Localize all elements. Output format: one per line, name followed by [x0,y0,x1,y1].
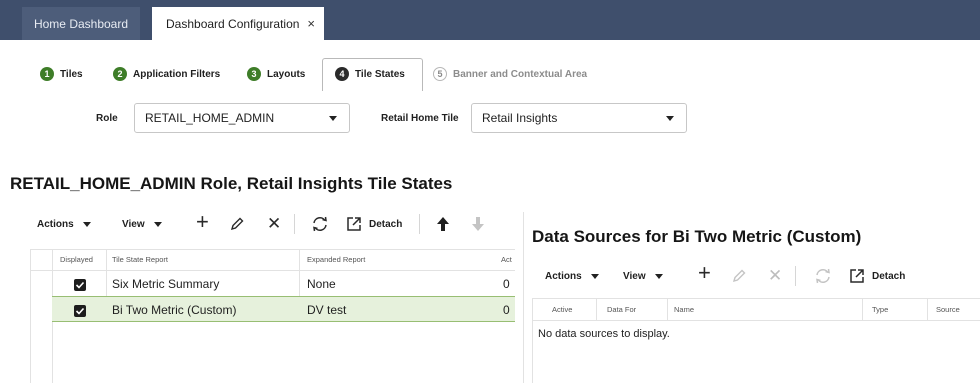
add-icon[interactable]: + [698,262,711,284]
step-layouts[interactable]: 3 Layouts [247,64,305,84]
actions-menu[interactable]: Actions [37,219,91,230]
toolbar-divider [419,214,420,234]
toolbar-divider [294,214,295,234]
displayed-checkbox[interactable] [74,305,86,317]
view-menu[interactable]: View [122,219,162,230]
column-divider [532,298,533,383]
column-header-type[interactable]: Type [872,305,888,314]
header-divider [532,298,980,299]
column-header-displayed[interactable]: Displayed [60,255,93,264]
refresh-icon[interactable] [311,216,329,237]
detach-label: Detach [872,270,906,282]
chevron-down-icon [654,274,663,279]
role-select-value: RETAIL_HOME_ADMIN [145,111,275,125]
step-number-icon: 3 [247,67,261,81]
column-divider [667,298,668,320]
edit-icon[interactable] [731,268,747,289]
delete-icon[interactable]: ✕ [267,215,281,233]
checkmark-icon [75,307,85,315]
column-header-active[interactable]: Active [552,305,572,314]
step-label: Tiles [60,68,83,80]
actions-label: Actions [37,219,74,230]
tab-home-dashboard[interactable]: Home Dashboard [22,7,140,40]
column-header-expanded-report[interactable]: Expanded Report [307,255,365,264]
tab-dashboard-configuration[interactable]: Dashboard Configuration × [152,7,324,40]
tab-home-label: Home Dashboard [33,16,129,31]
detach-icon [347,217,361,231]
step-label: Layouts [267,68,306,80]
role-select[interactable]: RETAIL_HOME_ADMIN [134,103,350,133]
displayed-checkbox[interactable] [74,279,86,291]
step-label: Tile States [355,68,405,80]
tab-config-label: Dashboard Configuration [166,16,300,31]
move-up-icon[interactable] [436,216,450,237]
step-label: Application Filters [133,68,221,80]
page-title: RETAIL_HOME_ADMIN Role, Retail Insights … [10,174,453,193]
retail-home-tile-select[interactable]: Retail Insights [471,103,687,133]
step-banner-contextual-area[interactable]: 5 Banner and Contextual Area [433,64,587,84]
chevron-down-icon [153,222,162,227]
detach-label: Detach [369,218,403,230]
column-header-data-for[interactable]: Data For [607,305,636,314]
column-divider [862,298,863,320]
data-sources-title: Data Sources for Bi Two Metric (Custom) [532,227,862,246]
step-tiles[interactable]: 1 Tiles [40,64,83,84]
add-icon[interactable]: + [196,211,209,233]
expanded-report-cell: None [307,277,336,291]
step-number-icon: 1 [40,67,54,81]
refresh-icon[interactable] [814,268,832,289]
view-label: View [623,271,646,282]
actions-label: Actions [545,271,582,282]
delete-icon[interactable]: ✕ [768,267,782,285]
tile-state-report-cell: Bi Two Metric (Custom) [112,303,237,317]
act-cell: 0 [503,303,510,317]
column-header-source[interactable]: Source [936,305,960,314]
chevron-down-icon [82,222,91,227]
step-application-filters[interactable]: 2 Application Filters [113,64,220,84]
column-header-act[interactable]: Act [501,255,512,264]
chevron-down-icon [329,116,337,121]
step-number-icon: 5 [433,67,447,81]
header-divider [532,320,980,321]
close-icon[interactable]: × [307,16,315,31]
panel-divider [523,212,524,383]
actions-menu[interactable]: Actions [545,271,599,282]
step-number-icon: 4 [335,67,349,81]
step-label: Banner and Contextual Area [453,68,588,80]
column-divider [596,298,597,320]
column-divider [927,298,928,320]
tile-select-value: Retail Insights [482,111,558,125]
column-header-name[interactable]: Name [674,305,694,314]
top-tab-bar [0,0,980,40]
chevron-down-icon [590,274,599,279]
column-header-tile-state-report[interactable]: Tile State Report [112,255,168,264]
act-cell: 0 [503,277,510,291]
edit-icon[interactable] [229,216,245,237]
checkmark-icon [75,281,85,289]
retail-home-tile-label: Retail Home Tile [381,113,459,124]
expanded-report-cell: DV test [307,303,347,317]
view-menu[interactable]: View [623,271,663,282]
view-label: View [122,219,145,230]
detach-icon [850,269,864,283]
role-label: Role [96,113,118,124]
step-number-icon: 2 [113,67,127,81]
toolbar-divider [795,266,796,286]
chevron-down-icon [666,116,674,121]
tile-state-report-cell: Six Metric Summary [112,277,220,291]
detach-button[interactable]: Detach [346,216,402,232]
detach-button[interactable]: Detach [849,268,905,284]
empty-data-sources-message: No data sources to display. [538,328,670,340]
move-down-icon[interactable] [471,216,485,237]
step-tile-states[interactable]: 4 Tile States [335,64,405,84]
